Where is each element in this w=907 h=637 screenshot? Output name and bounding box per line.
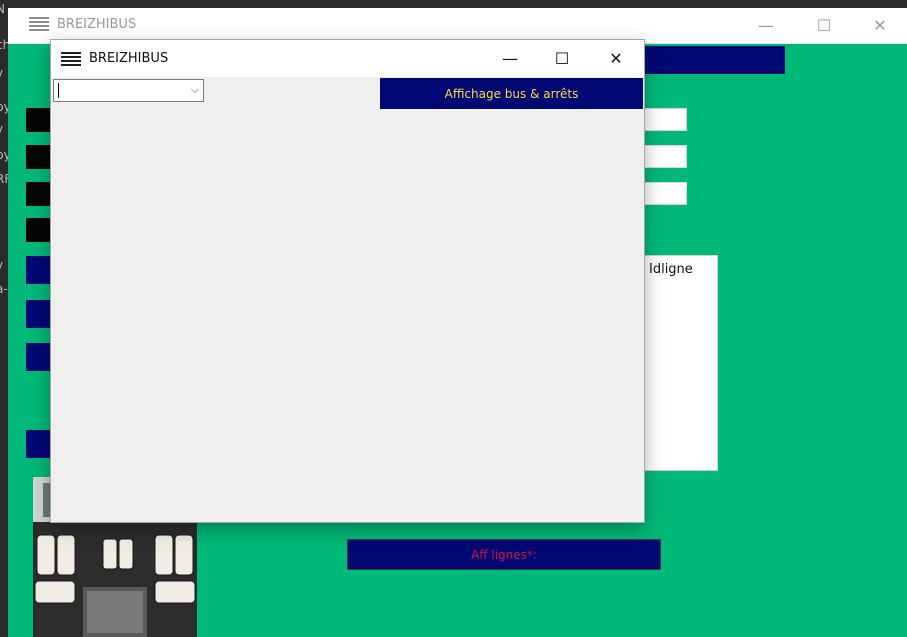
label-box <box>26 182 52 206</box>
line-select-combobox[interactable]: ⌵ <box>53 79 204 102</box>
desktop-text: y <box>0 66 3 80</box>
label-box <box>26 145 52 169</box>
dialog-titlebar[interactable]: BREIZHIBUS — ☐ ✕ <box>51 40 644 77</box>
show-bus-stops-button[interactable]: Affichage bus & arrêts <box>380 78 643 109</box>
main-window-titlebar[interactable]: BREIZHIBUS — ☐ ✕ <box>8 8 907 44</box>
side-button[interactable] <box>26 256 52 284</box>
text-field[interactable] <box>643 145 687 168</box>
chevron-down-icon[interactable]: ⌵ <box>191 83 199 97</box>
side-button[interactable] <box>26 300 52 328</box>
header-banner <box>644 46 785 74</box>
list-column-header-idligne: Idligne <box>649 262 693 277</box>
close-button[interactable]: ✕ <box>857 8 903 43</box>
text-field[interactable] <box>643 182 687 205</box>
side-button[interactable] <box>26 343 52 371</box>
desktop-text: N <box>0 2 5 16</box>
close-button[interactable]: ✕ <box>593 40 639 77</box>
desktop-text: a- <box>0 282 8 296</box>
maximize-button[interactable]: ☐ <box>801 8 847 43</box>
main-window-title: BREIZHIBUS <box>57 17 137 32</box>
lines-listbox[interactable]: Idligne <box>640 255 718 471</box>
breizhibus-dialog: BREIZHIBUS — ☐ ✕ ⌵ Affichage bus & arrêt… <box>51 40 644 522</box>
maximize-button[interactable]: ☐ <box>539 40 585 77</box>
minimize-button[interactable]: — <box>743 8 789 43</box>
app-icon <box>29 14 51 34</box>
side-button[interactable] <box>26 430 52 458</box>
label-box <box>26 108 52 132</box>
desktop-text: y <box>0 258 3 272</box>
desktop-text: y <box>0 122 3 136</box>
text-field[interactable] <box>643 108 687 131</box>
minimize-button[interactable]: — <box>487 40 533 77</box>
label-box <box>26 218 52 242</box>
dialog-title: BREIZHIBUS <box>89 51 169 66</box>
aff-lignes-button[interactable]: Aff lignes*: <box>347 539 661 570</box>
app-icon <box>61 49 83 69</box>
text-caret <box>58 83 59 98</box>
